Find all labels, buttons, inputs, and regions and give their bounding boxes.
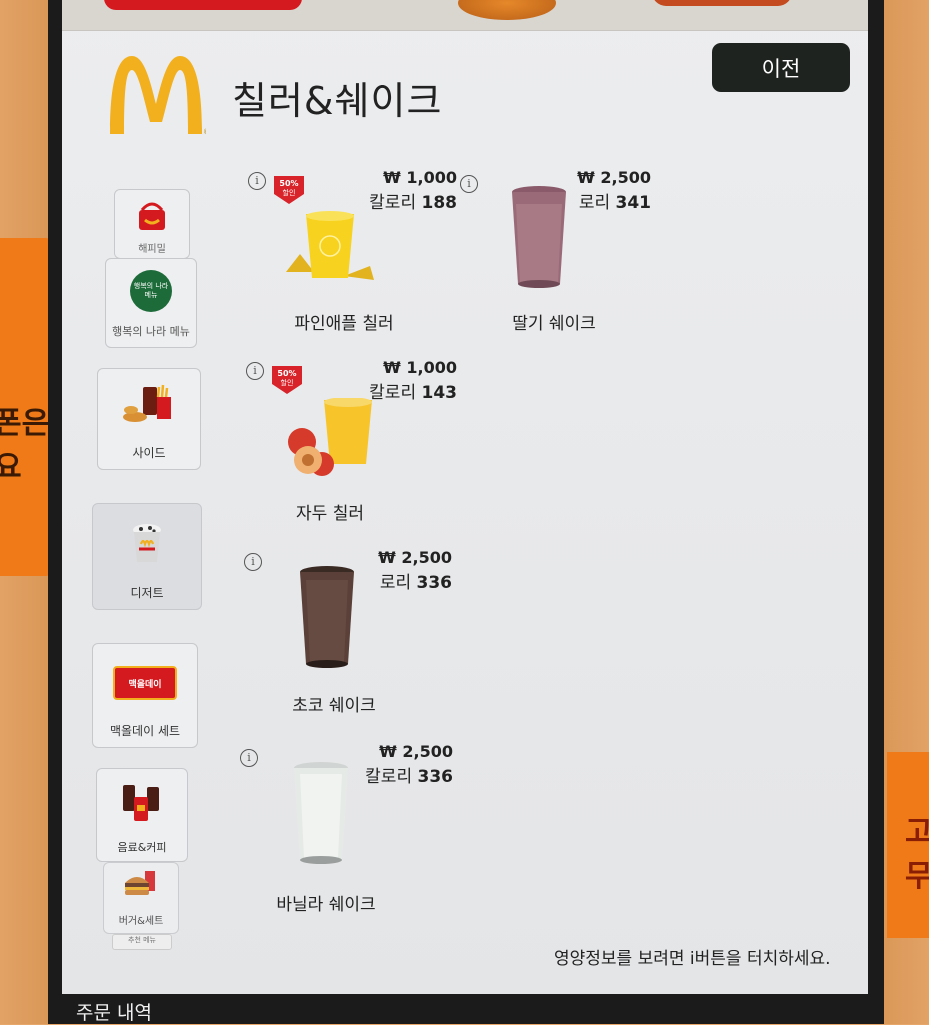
happy-country-icon: 행복의 나라 메뉴 [130,270,172,312]
category-label: 맥올데이 세트 [109,724,181,738]
discount-badge-icon: 50% 할인 [274,176,304,204]
category-label: 사이드 [132,446,166,460]
right-poster-text: 고무 [905,815,929,894]
banner-red-pill [104,0,302,10]
happy-country-icon-text: 행복의 나라 메뉴 [133,282,169,299]
calorie-value: 188 [421,193,458,213]
svg-text:50%: 50% [277,369,296,378]
plum-chiller-icon [288,398,372,476]
svg-text:할인: 할인 [283,188,296,197]
calorie-label: 로리 [379,573,412,593]
product-card[interactable]: i 50% 할인 ₩ 1,000 칼로리 143 자두 칠러 [242,356,457,526]
calorie-value: 336 [416,573,453,593]
choco-shake-icon [300,566,354,668]
calorie-value: 336 [417,767,454,787]
discount-badge-icon: 50% 할인 [272,366,302,394]
calorie-value: 143 [421,383,458,403]
mcallday-icon-text: 맥올데이 [128,679,162,690]
right-poster: 고무 [887,752,929,938]
product-name: 바닐라 쉐이크 [276,895,376,915]
product-name: 파인애플 칠러 [294,314,394,334]
product-price: ₩ 2,500 [379,742,453,761]
product-calories: 칼로리 336 [365,762,453,787]
category-happy-country[interactable]: 행복의 나라 메뉴 행복의 나라 메뉴 [105,258,197,348]
product-price: ₩ 2,500 [378,548,452,567]
product-name: 자두 칠러 [296,504,364,524]
banner-food-image [652,0,792,6]
product-card[interactable]: i 50% 할인 ₩ 1,000 칼로리 188 파인애플 칠러 [242,166,457,336]
calorie-label: 로리 [578,193,611,213]
page-title: 칠러&쉐이크 [232,79,443,123]
left-poster-text: 폰은요 [0,406,50,485]
product-calories: 로리 336 [380,568,452,593]
product-card[interactable]: i ₩ 2,500 칼로리 336 바닐라 쉐이크 [238,740,453,920]
pineapple-chiller-icon [286,211,374,280]
dessert-icon [133,524,161,562]
product-calories: 로리 341 [579,188,651,213]
mcallday-icon: 맥올데이 [113,666,177,700]
banner-food-image [458,0,556,20]
category-burger-set[interactable]: 버거&세트 [103,862,179,934]
info-icon[interactable]: i [246,362,264,380]
category-mcallday-set[interactable]: 맥올데이 맥올데이 세트 [92,643,198,748]
burger-set-icon [125,871,155,895]
info-icon[interactable]: i [240,749,258,767]
kiosk-screen: ® 칠러&쉐이크 이전 해피밀 행복의 나라 메뉴 행복의 나라 메뉴 사이드 [62,0,868,994]
product-price: ₩ 1,000 [383,168,457,187]
product-calories: 칼로리 188 [369,188,457,213]
order-history-bar[interactable]: 주문 내역 [62,994,868,1024]
product-card[interactable]: i ₩ 2,500 로리 341 딸기 쉐이크 [456,166,656,336]
calorie-label: 칼로리 [365,767,413,787]
category-label: 행복의 나라 메뉴 [112,325,190,338]
product-calories: 칼로리 143 [369,378,457,403]
category-label: 버거&세트 [118,916,164,927]
info-icon[interactable]: i [248,172,266,190]
category-label: 해피밀 [138,244,166,255]
calorie-value: 341 [615,193,652,213]
category-side[interactable]: 사이드 [97,368,201,470]
category-label: 디저트 [130,586,164,600]
category-label: 음료&커피 [117,841,167,854]
order-history-label: 주문 내역 [76,1002,152,1024]
info-icon[interactable]: i [460,175,478,193]
product-price: ₩ 2,500 [577,168,651,187]
product-price: ₩ 1,000 [383,358,457,377]
category-dessert[interactable]: 디저트 [92,503,202,610]
category-happy-meal[interactable]: 해피밀 [114,189,190,259]
svg-text:50%: 50% [279,179,298,188]
promo-banner[interactable] [62,0,868,31]
left-poster: 폰은요 [0,238,50,576]
happy-meal-icon [139,202,165,230]
product-card[interactable]: i ₩ 2,500 로리 336 초코 쉐이크 [242,546,452,716]
mcdonalds-logo-icon: ® [110,56,206,136]
product-name: 딸기 쉐이크 [512,314,596,334]
info-icon[interactable]: i [244,553,262,571]
back-button[interactable]: 이전 [712,43,850,92]
vanilla-shake-icon [294,762,348,864]
svg-text:®: ® [203,128,206,136]
nutrition-hint-text: 영양정보를 보려면 i버튼을 터치하세요. [554,949,831,969]
product-name: 초코 쉐이크 [292,696,376,716]
category-recommended[interactable]: 추천 메뉴 [112,934,172,950]
category-drink-coffee[interactable]: 음료&커피 [96,768,188,862]
svg-text:할인: 할인 [281,378,294,387]
side-menu-icon [123,384,171,422]
strawberry-shake-icon [512,186,566,288]
drink-coffee-icon [123,785,159,821]
